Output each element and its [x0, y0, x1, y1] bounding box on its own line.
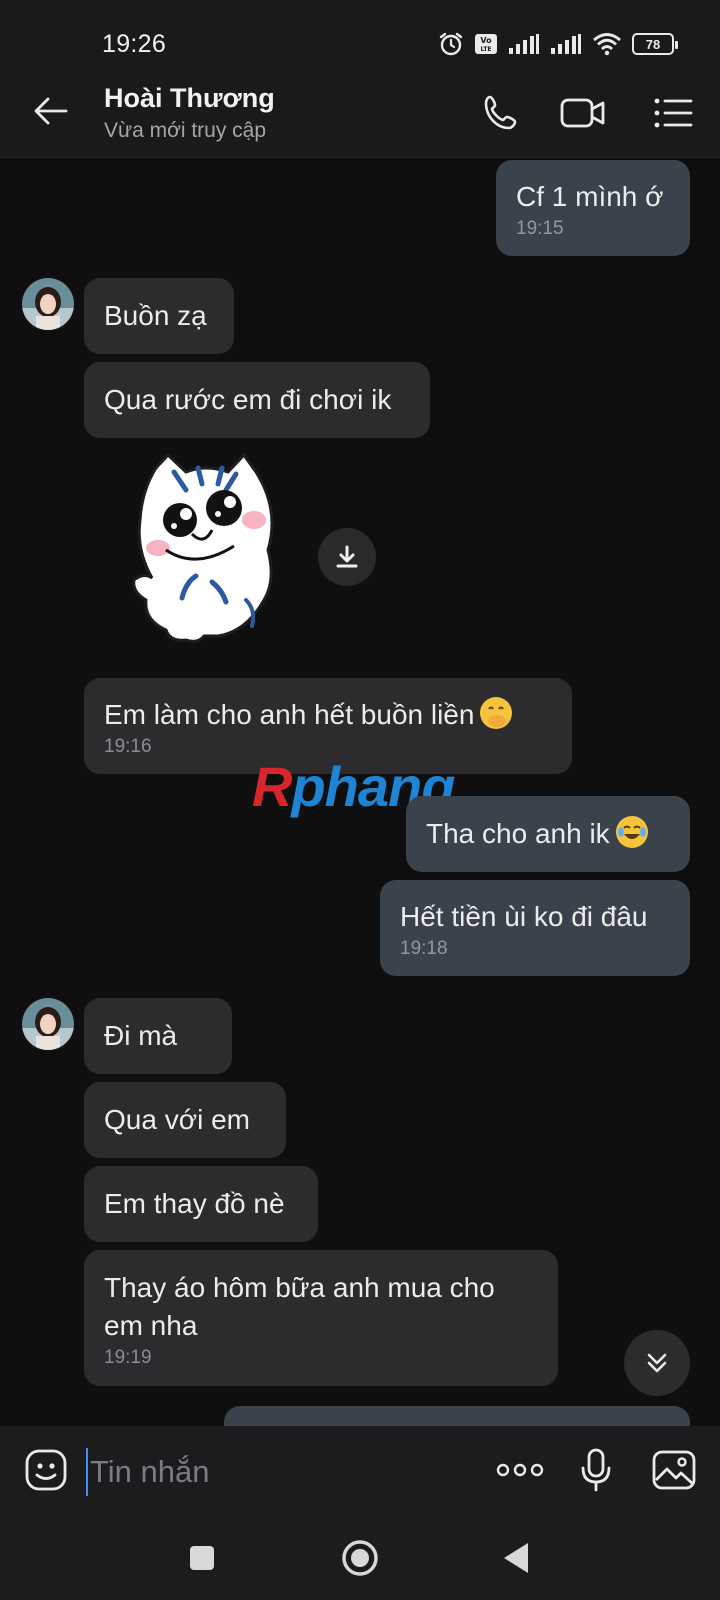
- message-bubble-incoming[interactable]: Đi mà: [84, 998, 232, 1074]
- message-bubble-incoming[interactable]: Qua với em: [84, 1082, 286, 1158]
- signal-icon: [509, 34, 539, 54]
- recents-button[interactable]: [176, 1532, 228, 1584]
- message-text: Cf 1 mình ớ: [516, 181, 664, 212]
- triangle-back-icon: [504, 1543, 528, 1573]
- message-text: Hết tiền ùi ko đi đâu: [400, 901, 648, 932]
- message-time: 19:19: [104, 1347, 152, 1368]
- alarm-icon: [439, 32, 463, 56]
- message-text: Buồn zạ: [104, 300, 207, 331]
- volte-icon: VoLTE: [475, 34, 497, 54]
- chat-header: Hoài Thương Vừa mới truy cập: [0, 68, 720, 158]
- message-input-bar: [0, 1426, 720, 1516]
- back-arrow-icon: [34, 97, 68, 125]
- microphone-icon: [581, 1448, 611, 1492]
- download-icon: [336, 545, 358, 568]
- status-bar: 19:26 Vo LTE 78: [0, 0, 720, 68]
- home-circle-icon: [342, 1540, 378, 1576]
- message-bubble-outgoing[interactable]: [224, 1406, 690, 1426]
- status-icons: Vo LTE 78: [438, 30, 678, 58]
- message-input[interactable]: [86, 1448, 466, 1496]
- message-bubble-incoming[interactable]: Thay áo hôm bữa anh mua cho em nha 19:19: [84, 1250, 558, 1386]
- video-call-button[interactable]: [558, 88, 608, 138]
- image-icon: [652, 1450, 696, 1490]
- back-button[interactable]: [28, 88, 74, 134]
- home-button[interactable]: [334, 1532, 386, 1584]
- status-time: 19:26: [102, 30, 167, 58]
- system-nav-bar: [0, 1516, 720, 1600]
- svg-text:Vo: Vo: [480, 36, 492, 45]
- message-bubble-incoming[interactable]: Qua rước em đi chơi ik: [84, 362, 430, 438]
- double-chevron-down-icon: [647, 1353, 667, 1373]
- contact-avatar[interactable]: [22, 998, 74, 1050]
- contact-avatar[interactable]: [22, 278, 74, 330]
- contact-status: Vừa mới truy cập: [104, 119, 267, 142]
- gallery-button[interactable]: [648, 1444, 700, 1496]
- message-text: Em làm cho anh hết buồn liền: [104, 699, 475, 730]
- message-bubble-outgoing[interactable]: Tha cho anh ik: [406, 796, 690, 872]
- face-with-hand-over-mouth-emoji: [480, 697, 513, 729]
- message-bubble-outgoing[interactable]: Hết tiền ùi ko đi đâu 19:18: [380, 880, 690, 976]
- message-bubble-incoming[interactable]: Buồn zạ: [84, 278, 234, 354]
- cat-sticker[interactable]: [126, 450, 286, 650]
- message-time: 19:15: [516, 218, 564, 239]
- more-icon: [496, 1463, 544, 1477]
- message-bubble-incoming[interactable]: Em thay đồ nè: [84, 1166, 318, 1242]
- message-text: Qua rước em đi chơi ik: [104, 384, 392, 415]
- message-text: Thay áo hôm bữa anh mua cho em nha: [104, 1272, 495, 1341]
- message-text: Qua với em: [104, 1104, 250, 1135]
- wifi-icon: [593, 33, 621, 56]
- message-bubble-outgoing[interactable]: Cf 1 mình ớ 19:15: [496, 160, 690, 256]
- menu-button[interactable]: [648, 88, 698, 138]
- back-nav-button[interactable]: [490, 1532, 542, 1584]
- scroll-to-bottom-button[interactable]: [624, 1330, 690, 1396]
- battery-icon: 78: [632, 33, 678, 55]
- chat-area[interactable]: Cf 1 mình ớ 19:15 Buồn zạ Qua rước em đi…: [0, 158, 720, 1426]
- svg-text:LTE: LTE: [480, 46, 491, 53]
- message-time: 19:18: [400, 938, 448, 959]
- call-button[interactable]: [476, 88, 526, 138]
- message-text: Em thay đồ nè: [104, 1188, 285, 1219]
- emoji-icon: [25, 1449, 67, 1491]
- more-button[interactable]: [492, 1444, 548, 1496]
- contact-name[interactable]: Hoài Thương: [104, 83, 275, 114]
- signal-icon: [551, 34, 581, 54]
- message-text: Đi mà: [104, 1020, 178, 1051]
- voice-message-button[interactable]: [570, 1444, 622, 1496]
- download-sticker-button[interactable]: [318, 528, 376, 586]
- square-icon: [190, 1546, 214, 1570]
- menu-list-icon: [654, 98, 693, 128]
- battery-level: 78: [645, 36, 661, 52]
- emoji-button[interactable]: [20, 1444, 72, 1496]
- face-with-tears-of-joy-emoji: [615, 816, 648, 848]
- video-call-icon: [560, 98, 605, 128]
- message-text: Tha cho anh ik: [426, 818, 610, 849]
- phone-icon: [484, 95, 517, 130]
